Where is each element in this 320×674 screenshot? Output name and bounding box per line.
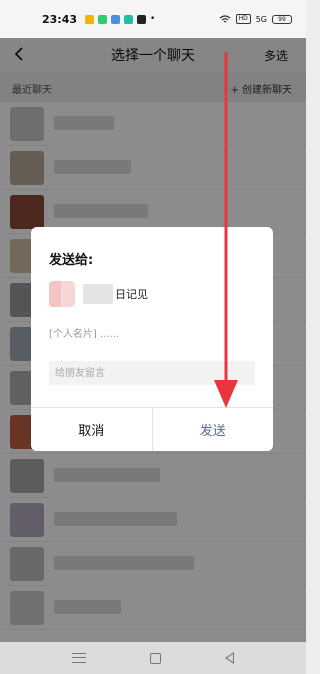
recipient-name: 日记见 xyxy=(115,288,148,301)
status-right: HD 5G 99 xyxy=(219,14,292,24)
app-notification-icon xyxy=(85,14,95,24)
send-to-dialog: 发送给: 日记见 [个人名片] ...... 取消 发送 xyxy=(31,227,273,451)
app-notification-icon xyxy=(98,14,108,24)
app-notification-icon xyxy=(137,14,147,24)
recipient: 日记见 xyxy=(49,281,148,307)
avatar xyxy=(49,281,75,307)
app-notification-icon xyxy=(111,14,121,24)
send-button[interactable]: 发送 xyxy=(152,408,273,451)
home-icon[interactable] xyxy=(150,652,161,664)
network-badge: HD xyxy=(235,14,251,24)
recipient-name-mosaic xyxy=(83,284,113,304)
more-dot-icon: • xyxy=(150,14,156,24)
battery-icon: 99 xyxy=(272,14,292,24)
message-input[interactable] xyxy=(49,361,255,385)
app-notification-icon xyxy=(124,14,134,24)
cancel-button[interactable]: 取消 xyxy=(31,408,153,451)
back-triangle-icon[interactable] xyxy=(225,652,234,664)
status-time: 23:43 xyxy=(42,12,78,26)
wifi-icon xyxy=(219,14,230,22)
menu-icon[interactable] xyxy=(72,653,86,663)
dialog-actions: 取消 发送 xyxy=(31,407,273,451)
system-nav-bar xyxy=(0,642,306,674)
dialog-title: 发送给: xyxy=(49,253,94,268)
status-bar: 23:43 • HD 5G 99 xyxy=(0,0,306,38)
signal-icon: 5G xyxy=(255,14,267,24)
contact-card-preview: [个人名片] ...... xyxy=(49,329,120,340)
